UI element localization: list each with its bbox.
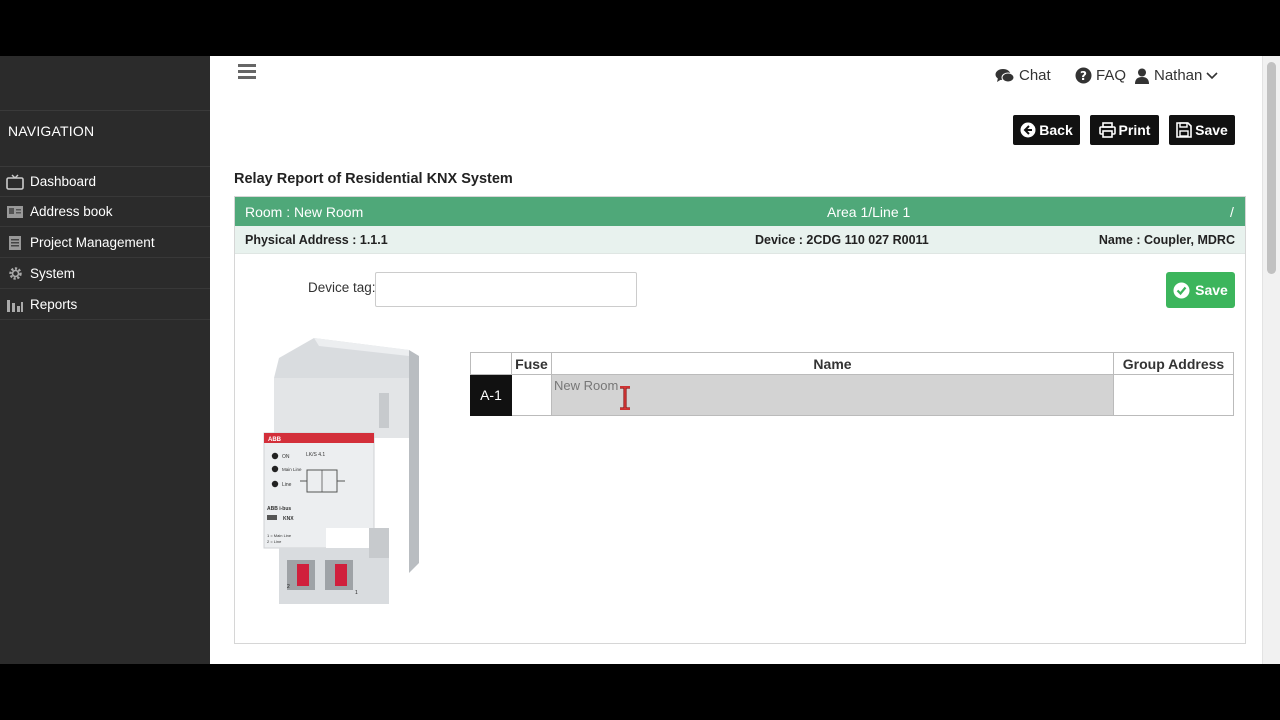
device-legend-2: 2 = Line — [267, 539, 282, 544]
check-circle-icon — [1173, 282, 1190, 298]
svg-text:?: ? — [1080, 69, 1087, 83]
device-on-label: ON — [282, 454, 290, 460]
sidebar-item-reports[interactable]: Reports — [0, 290, 210, 320]
sidebar-item-label: System — [30, 266, 76, 281]
device-tag-input[interactable] — [375, 272, 637, 307]
scrollbar[interactable] — [1262, 56, 1280, 664]
device-terminal-1: 1 — [355, 590, 358, 596]
nav-divider — [0, 110, 210, 111]
nav-title: NAVIGATION — [8, 123, 95, 139]
row-label: A-1 — [470, 374, 512, 416]
print-button[interactable]: Print — [1090, 115, 1159, 145]
device-name-label: Name : Coupler, MDRC — [1098, 233, 1235, 247]
device-legend-1: 1 = Main Line — [267, 533, 292, 538]
panel-save-button[interactable]: Save — [1166, 272, 1235, 308]
page-title: Relay Report of Residential KNX System — [234, 171, 513, 187]
relay-panel: Room : New Room Area 1/Line 1 / Physical… — [234, 196, 1246, 644]
device-tag-label: Device tag: — [308, 280, 376, 295]
user-icon — [1135, 68, 1149, 84]
column-header-name: Name — [551, 352, 1114, 375]
sidebar-item-label: Reports — [30, 297, 78, 312]
floppy-disk-icon — [1176, 122, 1192, 138]
print-icon — [1098, 122, 1116, 138]
user-menu[interactable]: Nathan — [1134, 67, 1222, 84]
table-row: A-1 — [470, 374, 1234, 416]
header-slash: / — [1230, 204, 1234, 220]
fuse-cell[interactable] — [511, 374, 552, 416]
chat-link[interactable]: Chat — [995, 67, 1051, 84]
sidebar: NAVIGATION Dashboard Address book Projec… — [0, 56, 210, 664]
table-header-row: Fuse Name Group Address — [470, 352, 1234, 375]
area-line-label: Area 1/Line 1 — [827, 204, 911, 220]
arrow-left-circle-icon — [1020, 122, 1036, 138]
group-address-cell[interactable] — [1113, 374, 1234, 416]
device-image: ABB LK/S 4.1 ON Main Line Line ABB i-bus… — [263, 338, 419, 604]
sidebar-item-dashboard[interactable]: Dashboard — [0, 167, 210, 197]
chevron-down-icon — [1206, 71, 1218, 79]
device-knx-label: KNX — [283, 516, 294, 522]
physical-address: Physical Address : 1.1.1 — [245, 233, 388, 247]
text-cursor-icon — [620, 386, 630, 410]
gear-icon — [4, 265, 26, 283]
name-input[interactable] — [554, 378, 1111, 393]
device-bus-label: ABB i-bus — [267, 506, 291, 512]
question-circle-icon: ? — [1075, 67, 1092, 84]
name-cell[interactable] — [551, 374, 1114, 416]
faq-link[interactable]: ? FAQ — [1075, 67, 1126, 84]
save-button[interactable]: Save — [1169, 115, 1235, 145]
chat-icon — [995, 68, 1015, 82]
sidebar-item-label: Address book — [30, 204, 113, 219]
sidebar-item-label: Dashboard — [30, 174, 97, 189]
sidebar-item-system[interactable]: System — [0, 259, 210, 289]
column-header-fuse: Fuse — [511, 352, 552, 375]
list-icon — [4, 234, 26, 252]
main-content: Chat ? FAQ Nathan Back Print Save Relay … — [210, 56, 1262, 664]
chat-label: Chat — [1019, 67, 1051, 84]
panel-header: Room : New Room Area 1/Line 1 / — [235, 197, 1245, 226]
device-brand: ABB — [268, 437, 282, 443]
scrollbar-thumb[interactable] — [1267, 62, 1276, 274]
sidebar-item-project-management[interactable]: Project Management — [0, 228, 210, 258]
column-header-group-address: Group Address — [1113, 352, 1234, 375]
relay-table: Fuse Name Group Address A-1 — [470, 352, 1234, 416]
app-frame: NAVIGATION Dashboard Address book Projec… — [0, 56, 1280, 664]
faq-label: FAQ — [1096, 67, 1127, 84]
bar-chart-icon — [4, 296, 26, 314]
panel-subheader: Physical Address : 1.1.1 Device : 2CDG 1… — [235, 226, 1245, 254]
row-label-header — [470, 352, 512, 375]
back-button[interactable]: Back — [1013, 115, 1080, 145]
tv-icon — [4, 173, 26, 191]
device-label: Device : 2CDG 110 027 R0011 — [755, 233, 929, 247]
menu-toggle-icon[interactable] — [238, 64, 256, 80]
device-main-line-label: Main Line — [282, 467, 302, 472]
sidebar-item-address-book[interactable]: Address book — [0, 197, 210, 227]
device-model: LK/S 4.1 — [306, 452, 325, 458]
device-terminal-2: 2 — [287, 584, 290, 590]
user-name: Nathan — [1154, 67, 1203, 84]
sidebar-item-label: Project Management — [30, 235, 155, 250]
device-line-label: Line — [282, 482, 292, 488]
room-label: Room : New Room — [245, 204, 364, 220]
address-book-icon — [4, 203, 26, 221]
